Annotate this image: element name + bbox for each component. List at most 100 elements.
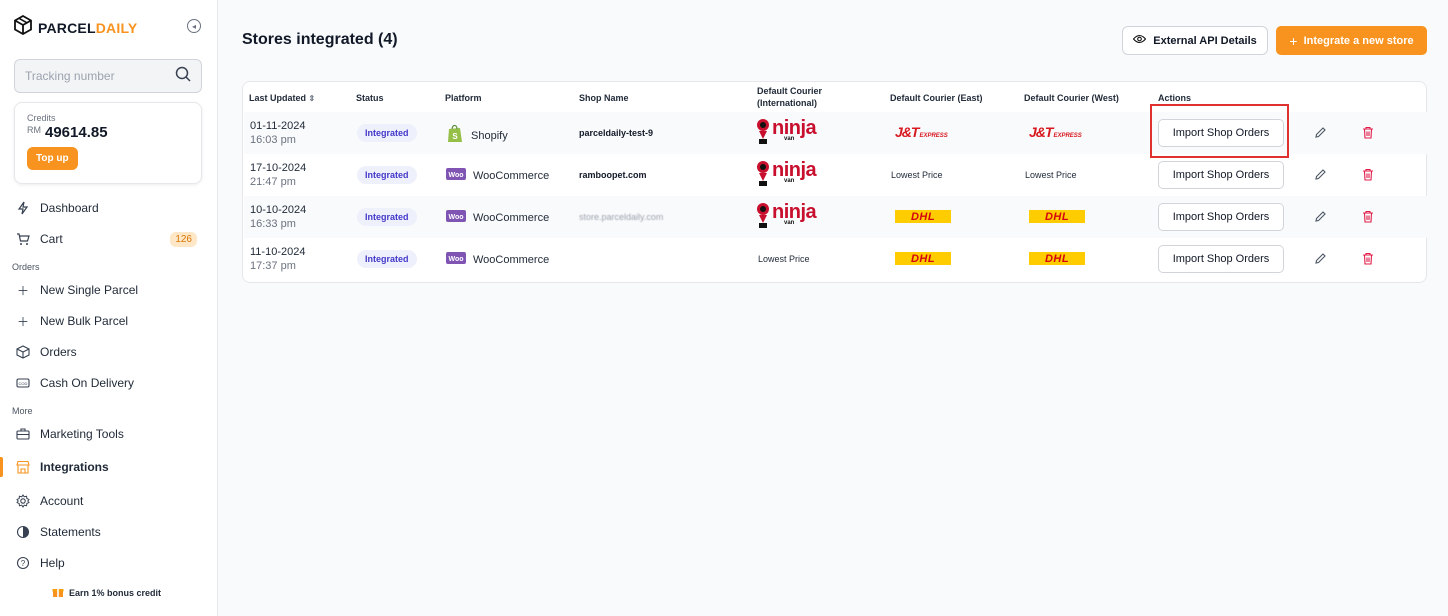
import-shop-orders-button[interactable]: Import Shop Orders <box>1158 161 1284 189</box>
statement-icon <box>16 525 30 539</box>
dhl-logo: DHL <box>895 252 951 265</box>
jnt-express-logo: J&TEXPRESS <box>895 124 948 140</box>
col-shop-name: Shop Name <box>579 93 629 103</box>
platform-name: WooCommerce <box>473 212 550 224</box>
trash-icon[interactable] <box>1361 251 1375 265</box>
status-badge: Integrated <box>357 250 417 268</box>
nav-statements-label: Statements <box>40 525 101 539</box>
top-up-button[interactable]: Top up <box>27 147 78 170</box>
nav-marketing-label: Marketing Tools <box>40 427 124 441</box>
sidebar: PARCELDAILY ◂ Credits RM 49614.85 Top up… <box>0 0 218 616</box>
row-date: 10-10-2024 16:33 pm <box>250 204 307 230</box>
shop-name: parceldaily-test-9 <box>579 128 654 138</box>
box-icon <box>16 345 30 359</box>
trash-icon[interactable] <box>1361 209 1375 223</box>
import-shop-orders-button[interactable]: Import Shop Orders <box>1158 203 1284 231</box>
pencil-icon[interactable] <box>1313 251 1327 265</box>
platform-name: WooCommerce <box>473 254 550 266</box>
earn-bonus-label: Earn 1% bonus credit <box>69 588 162 598</box>
search-icon[interactable] <box>175 66 191 87</box>
earn-bonus-link[interactable]: Earn 1% bonus credit <box>52 586 161 600</box>
svg-text:Woo: Woo <box>448 256 463 263</box>
platform-cell: Woo WooCommerce <box>446 168 549 184</box>
import-shop-orders-button[interactable]: Import Shop Orders <box>1158 119 1284 147</box>
col-last-updated[interactable]: Last Updated ⇕ <box>249 92 315 105</box>
nav-new-bulk-parcel[interactable]: ＋ New Bulk Parcel <box>0 307 217 335</box>
ninjavan-logo: ninja van <box>756 201 817 229</box>
woocommerce-icon: Woo <box>446 252 466 268</box>
platform-cell: Woo WooCommerce <box>446 252 549 268</box>
nav-cod-label: Cash On Delivery <box>40 376 135 390</box>
cart-icon <box>16 232 30 246</box>
tracking-number-input[interactable] <box>25 69 175 83</box>
external-api-details-button[interactable]: External API Details <box>1122 26 1268 55</box>
courier-west: Lowest Price <box>1025 170 1077 180</box>
nav-marketing-tools[interactable]: Marketing Tools <box>0 420 217 448</box>
svg-text:COD: COD <box>19 381 28 386</box>
nav-cash-on-delivery[interactable]: COD Cash On Delivery <box>0 369 217 397</box>
jnt-express-logo: J&TEXPRESS <box>1029 124 1082 140</box>
integrate-new-store-button[interactable]: + Integrate a new store <box>1276 26 1427 55</box>
credits-label: Credits <box>27 113 56 123</box>
shop-name: store.parceldaily.com <box>579 212 664 222</box>
nav-help-label: Help <box>40 556 65 570</box>
trash-icon[interactable] <box>1361 125 1375 139</box>
nav-cart[interactable]: Cart 126 <box>0 225 217 253</box>
svg-text:Woo: Woo <box>448 172 463 179</box>
courier-international: Lowest Price <box>758 254 810 264</box>
table-row: 11-10-2024 17:37 pm Integrated Woo WooCom… <box>244 238 1427 280</box>
store-icon <box>16 460 30 474</box>
brand-logo[interactable]: PARCELDAILY <box>14 14 138 40</box>
section-orders: Orders <box>12 262 40 272</box>
col-status: Status <box>356 93 384 103</box>
pencil-icon[interactable] <box>1313 167 1327 181</box>
nav-dashboard[interactable]: Dashboard <box>0 194 217 222</box>
nav-new-single-parcel[interactable]: ＋ New Single Parcel <box>0 276 217 304</box>
lightning-icon <box>16 201 30 215</box>
nav-orders[interactable]: Orders <box>0 338 217 366</box>
svg-text:S: S <box>452 132 458 141</box>
pencil-icon[interactable] <box>1313 125 1327 139</box>
tracking-search <box>14 59 202 93</box>
nav-dashboard-label: Dashboard <box>40 201 99 215</box>
shopify-icon: S <box>446 124 464 147</box>
nav-integrations[interactable]: Integrations <box>0 453 217 481</box>
credits-card: Credits RM 49614.85 Top up <box>14 102 202 184</box>
gift-icon <box>52 586 64 600</box>
sort-icon: ⇕ <box>308 94 316 103</box>
collapse-sidebar-icon[interactable]: ◂ <box>187 19 201 33</box>
credits-amount: 49614.85 <box>45 124 108 141</box>
dhl-logo: DHL <box>1029 252 1085 265</box>
col-courier-international: Default Courier (International) <box>757 86 823 108</box>
dhl-logo: DHL <box>895 210 951 223</box>
ninjavan-logo: ninja van <box>756 117 817 145</box>
dhl-logo: DHL <box>1029 210 1085 223</box>
main-content: Stores integrated (4) External API Detai… <box>218 0 1448 616</box>
woocommerce-icon: Woo <box>446 168 466 184</box>
pencil-icon[interactable] <box>1313 209 1327 223</box>
row-date: 11-10-2024 17:37 pm <box>250 246 306 272</box>
cart-count-badge: 126 <box>170 231 197 247</box>
nav-account[interactable]: Account <box>0 487 217 515</box>
table-row: 17-10-2024 21:47 pm Integrated Woo WooCom… <box>244 154 1427 196</box>
table-row: 01-11-2024 16:03 pm Integrated S Shopify … <box>244 112 1427 154</box>
import-shop-orders-button[interactable]: Import Shop Orders <box>1158 245 1284 273</box>
courier-east: Lowest Price <box>891 170 943 180</box>
external-api-label: External API Details <box>1153 34 1257 47</box>
platform-cell: Woo WooCommerce <box>446 210 549 226</box>
nav-help[interactable]: ? Help <box>0 549 217 577</box>
woocommerce-icon: Woo <box>446 210 466 226</box>
col-platform: Platform <box>445 93 482 103</box>
plus-icon: ＋ <box>16 314 29 329</box>
trash-icon[interactable] <box>1361 167 1375 181</box>
stores-table: Last Updated ⇕ Status Platform Shop Name… <box>242 81 1427 283</box>
integrate-label: Integrate a new store <box>1303 34 1414 47</box>
nav-orders-label: Orders <box>40 345 77 359</box>
table-row: 10-10-2024 16:33 pm Integrated Woo WooCom… <box>244 196 1427 238</box>
status-badge: Integrated <box>357 208 417 226</box>
nav-statements[interactable]: Statements <box>0 518 217 546</box>
nav-cart-label: Cart <box>40 232 63 246</box>
col-actions: Actions <box>1158 93 1192 103</box>
nav-integrations-label: Integrations <box>40 460 109 474</box>
brand-name: PARCELDAILY <box>38 19 138 36</box>
